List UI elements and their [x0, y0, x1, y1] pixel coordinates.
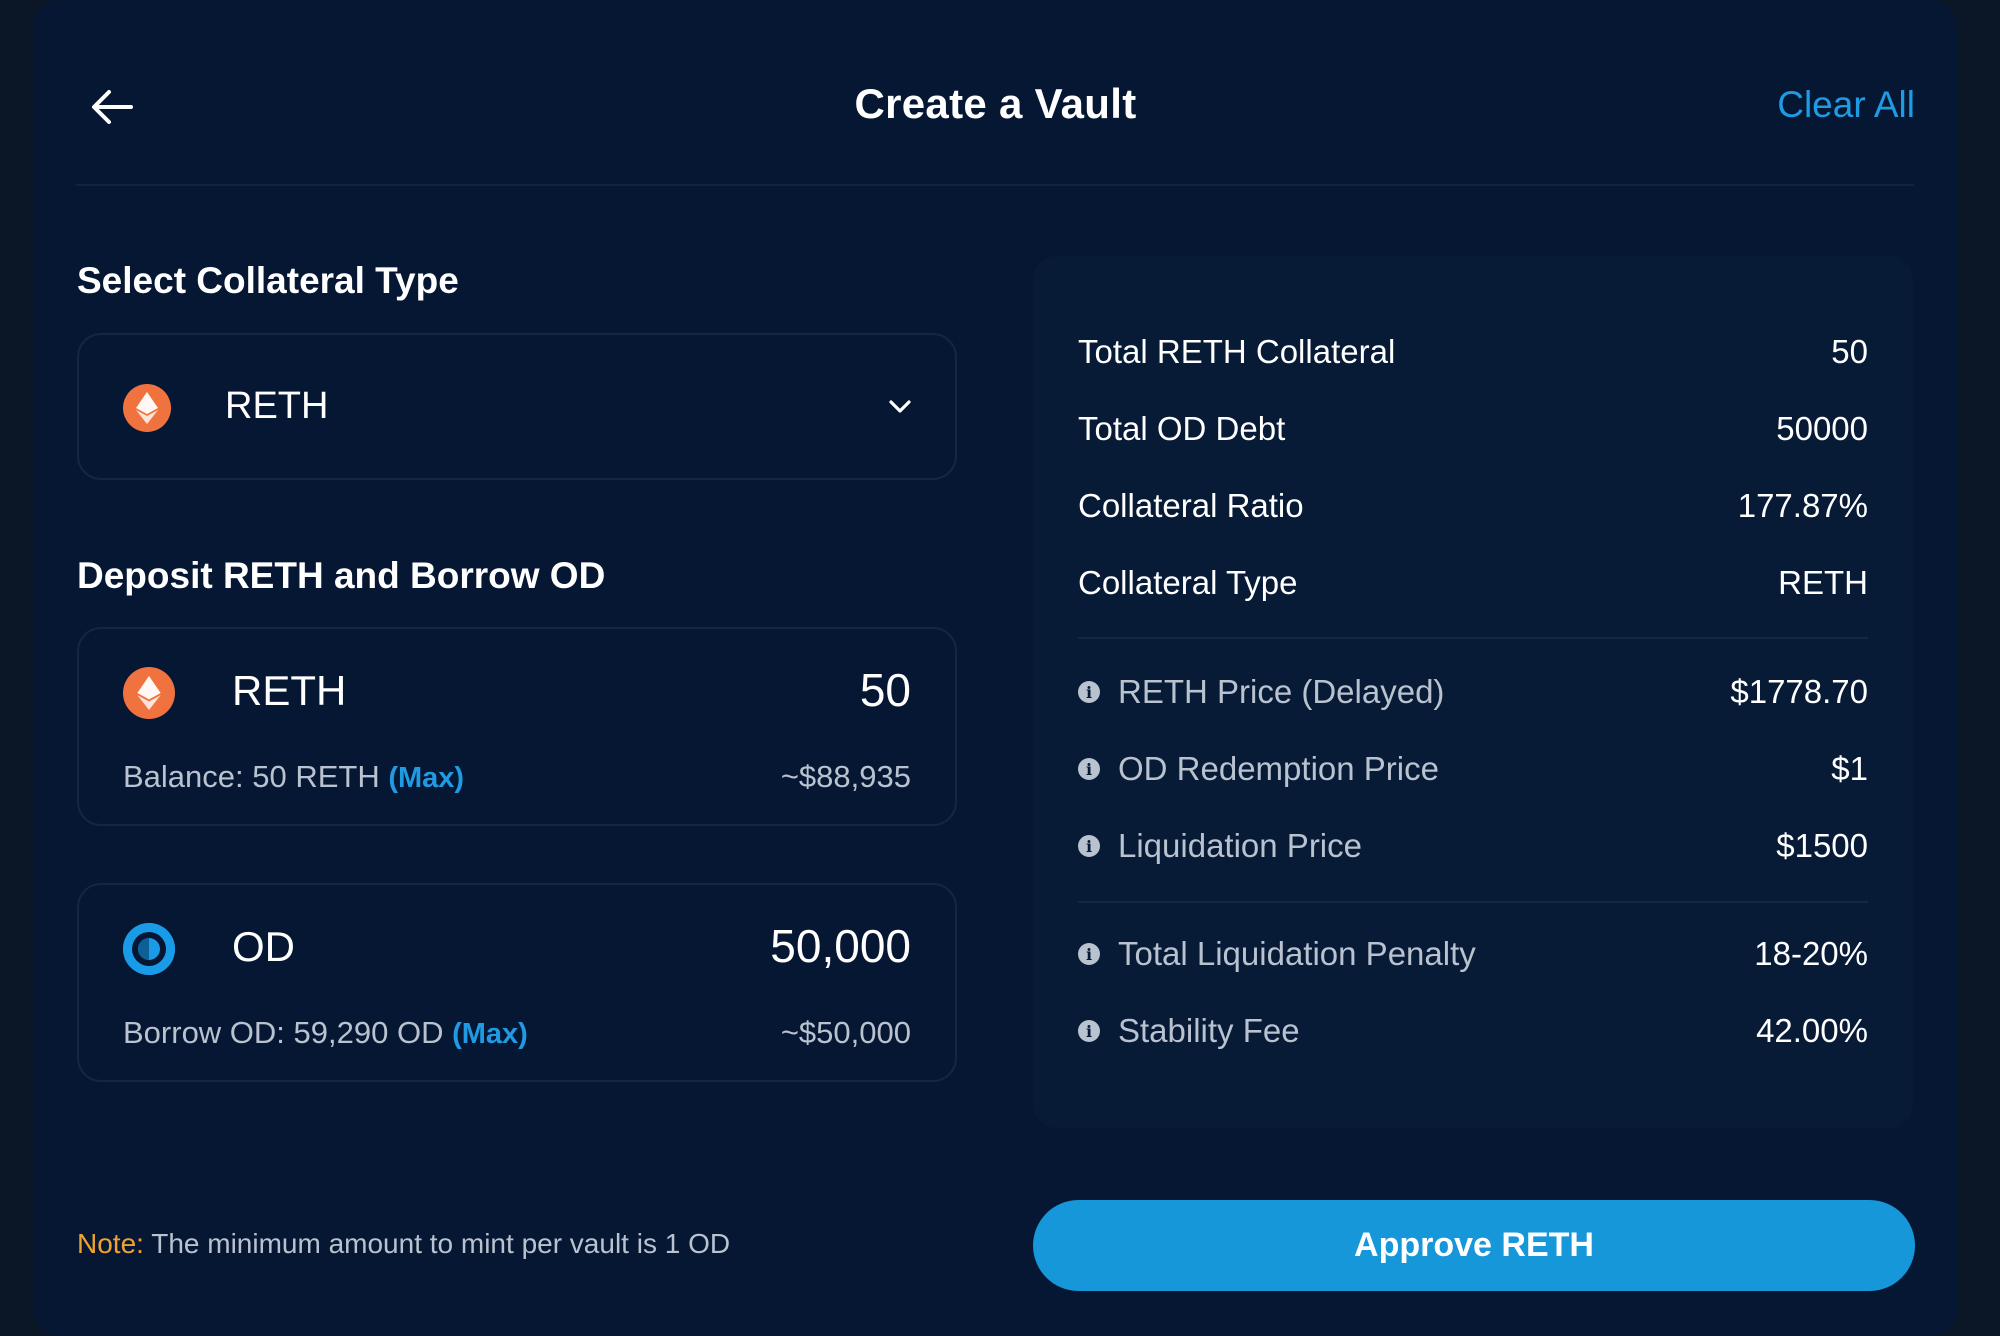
selected-collateral-label: RETH — [225, 385, 329, 427]
od-max-button[interactable]: (Max) — [452, 1018, 528, 1050]
od-usd-value: ~$50,000 — [780, 1015, 911, 1050]
vault-summary-panel: Total RETH Collateral 50 Total OD Debt 5… — [1033, 256, 1913, 1128]
od-borrow-text: Borrow OD: 59,290 OD — [123, 1015, 444, 1050]
select-collateral-title: Select Collateral Type — [77, 260, 459, 301]
page-title: Create a Vault — [854, 80, 1137, 127]
info-icon[interactable]: i — [1078, 1020, 1100, 1042]
price-row: i OD Redemption Price $1 — [1078, 747, 1868, 791]
price-row: i RETH Price (Delayed) $1778.70 — [1078, 670, 1868, 714]
price-value: $1 — [1831, 750, 1868, 787]
summary-row: Total RETH Collateral 50 — [1078, 330, 1868, 374]
reth-balance-text: Balance: 50 RETH — [123, 759, 380, 794]
od-borrow-limit: Borrow OD: 59,290 OD (Max) — [123, 1015, 528, 1051]
od-borrow-panel: OD Borrow OD: 59,290 OD (Max) ~$50,000 — [77, 883, 957, 1082]
create-vault-card: Create a Vault Clear All Select Collater… — [33, 0, 1958, 1336]
approve-reth-button[interactable]: Approve RETH — [1033, 1200, 1915, 1291]
reth-max-button[interactable]: (Max) — [388, 762, 464, 794]
summary-row: Total OD Debt 50000 — [1078, 407, 1868, 451]
reth-token-icon — [123, 667, 175, 719]
fee-label: i Total Liquidation Penalty — [1078, 935, 1476, 973]
fee-row: i Total Liquidation Penalty 18-20% — [1078, 932, 1868, 976]
note-label: Note: — [77, 1228, 144, 1259]
summary-row: Collateral Ratio 177.87% — [1078, 484, 1868, 528]
od-amount-input[interactable] — [531, 919, 911, 973]
fee-label-text: Stability Fee — [1118, 1012, 1300, 1049]
fee-row: i Stability Fee 42.00% — [1078, 1009, 1868, 1053]
reth-token-icon — [123, 384, 171, 432]
price-label: i RETH Price (Delayed) — [1078, 673, 1444, 711]
price-label-text: Liquidation Price — [1118, 827, 1362, 864]
price-row: i Liquidation Price $1500 — [1078, 824, 1868, 868]
note-text: The minimum amount to mint per vault is … — [151, 1228, 731, 1259]
info-icon[interactable]: i — [1078, 681, 1100, 703]
reth-balance: Balance: 50 RETH (Max) — [123, 759, 464, 795]
collateral-type-select[interactable]: RETH — [77, 333, 957, 480]
mint-note: Note: The minimum amount to mint per vau… — [77, 1228, 730, 1260]
summary-value: 50 — [1831, 333, 1868, 370]
reth-token-name: RETH — [232, 667, 347, 714]
info-icon[interactable]: i — [1078, 758, 1100, 780]
od-token-icon — [123, 923, 175, 975]
price-label-text: RETH Price (Delayed) — [1118, 673, 1445, 710]
price-label-text: OD Redemption Price — [1118, 750, 1439, 787]
summary-label: Collateral Type — [1078, 564, 1298, 601]
fee-label-text: Total Liquidation Penalty — [1118, 935, 1476, 972]
reth-usd-value: ~$88,935 — [780, 759, 911, 794]
summary-value: 50000 — [1776, 410, 1868, 447]
price-label: i Liquidation Price — [1078, 827, 1362, 865]
summary-row: Collateral Type RETH — [1078, 561, 1868, 605]
fee-value: 42.00% — [1756, 1012, 1868, 1049]
summary-label: Total RETH Collateral — [1078, 333, 1396, 370]
summary-divider — [1078, 637, 1868, 639]
od-token-name: OD — [232, 923, 295, 970]
reth-amount-input[interactable] — [531, 663, 911, 717]
summary-label: Total OD Debt — [1078, 410, 1286, 447]
price-label: i OD Redemption Price — [1078, 750, 1439, 788]
summary-value: 177.87% — [1737, 487, 1868, 524]
summary-divider — [1078, 901, 1868, 903]
deposit-borrow-title: Deposit RETH and Borrow OD — [77, 555, 606, 596]
info-icon[interactable]: i — [1078, 835, 1100, 857]
summary-label: Collateral Ratio — [1078, 487, 1304, 524]
chevron-down-icon — [889, 400, 911, 413]
fee-label: i Stability Fee — [1078, 1012, 1300, 1050]
summary-value: RETH — [1778, 564, 1868, 601]
price-value: $1500 — [1776, 827, 1868, 864]
clear-all-link[interactable]: Clear All — [1777, 84, 1915, 126]
info-icon[interactable]: i — [1078, 943, 1100, 965]
fee-value: 18-20% — [1754, 935, 1868, 972]
price-value: $1778.70 — [1730, 673, 1868, 710]
reth-deposit-panel: RETH Balance: 50 RETH (Max) ~$88,935 — [77, 627, 957, 826]
header-divider — [76, 184, 1914, 186]
